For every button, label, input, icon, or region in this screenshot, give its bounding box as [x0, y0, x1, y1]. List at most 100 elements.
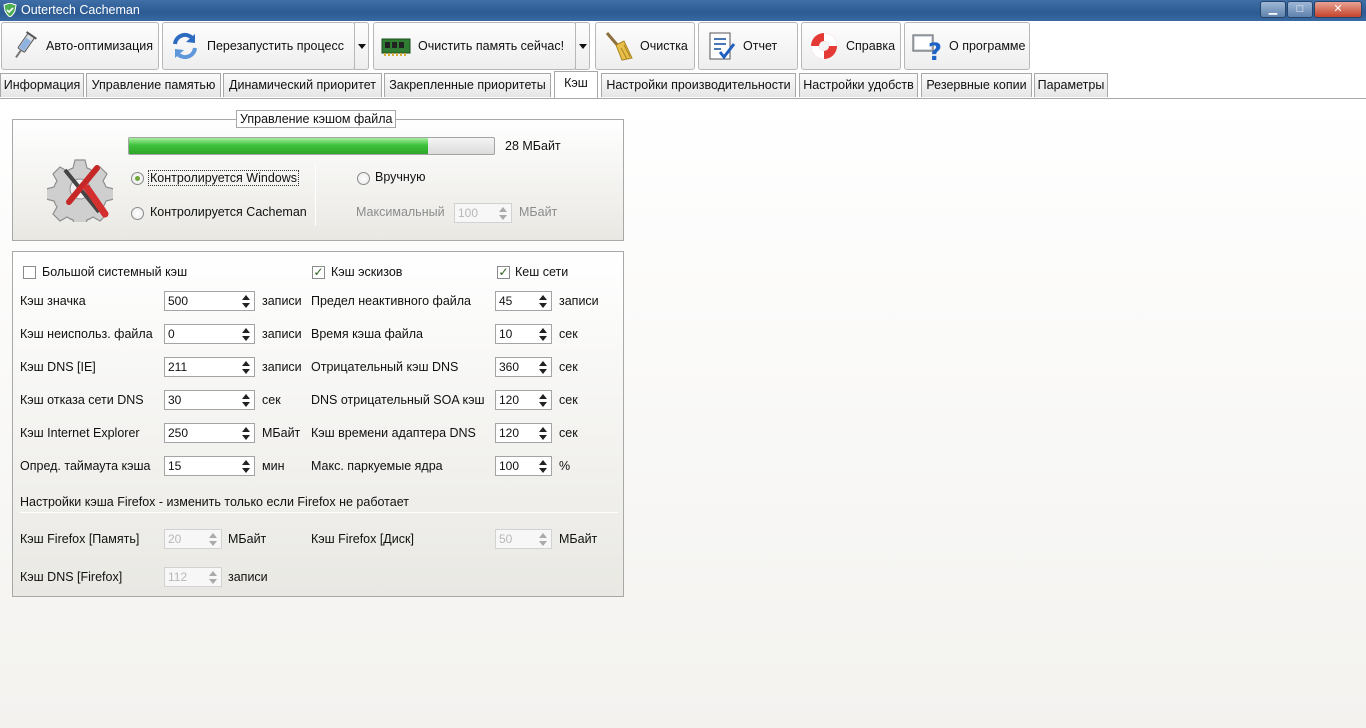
syringe-icon: [15, 31, 37, 59]
file-cache-time-stepper[interactable]: 10: [495, 324, 552, 344]
tab-strip: Информация Управление памятью Динамическ…: [0, 71, 1366, 98]
large-system-cache-checkbox[interactable]: [23, 266, 36, 279]
ie-cache-value: 250: [168, 426, 189, 440]
unused-file-cache-value: 0: [168, 327, 175, 341]
icon-cache-stepper[interactable]: 500: [164, 291, 255, 311]
thumb-cache-label[interactable]: Кэш эскизов: [331, 265, 402, 279]
dns-ie-cache-stepper[interactable]: 211: [164, 357, 255, 377]
radio-cacheman-label[interactable]: Контролируется Cacheman: [150, 205, 307, 219]
app-shield-icon: [3, 3, 17, 17]
broom-icon: [605, 32, 633, 61]
firefox-dns-cache-stepper[interactable]: 112: [164, 567, 222, 587]
stepper-arrows-icon[interactable]: [535, 391, 551, 409]
stepper-arrows-icon[interactable]: [535, 424, 551, 442]
restart-process-dropdown[interactable]: [354, 22, 369, 70]
ie-cache-stepper[interactable]: 250: [164, 423, 255, 443]
dns-soa-cache-stepper[interactable]: 120: [495, 390, 552, 410]
stepper-arrows-icon[interactable]: [238, 391, 254, 409]
tab-cache[interactable]: Кэш: [554, 71, 598, 98]
radio-windows-controlled[interactable]: [131, 172, 144, 185]
restart-process-button[interactable]: Перезапустить процесс: [162, 22, 355, 70]
radio-cacheman-controlled[interactable]: [131, 207, 144, 220]
tab-performance-settings[interactable]: Настройки производительности: [601, 73, 796, 97]
dns-net-failure-cache-label: Кэш отказа сети DNS: [20, 393, 144, 407]
firefox-divider: [20, 512, 618, 513]
large-system-cache-label[interactable]: Большой системный кэш: [42, 265, 187, 279]
toolbar: Авто-оптимизация Перезапустить процесс О…: [0, 21, 1366, 71]
max-size-unit: МБайт: [519, 205, 558, 219]
stepper-arrows-icon[interactable]: [238, 292, 254, 310]
inactive-file-limit-value: 45: [499, 294, 513, 308]
stepper-arrows-icon[interactable]: [205, 530, 221, 548]
net-cache-checkbox[interactable]: ✓: [497, 266, 510, 279]
dns-soa-cache-label: DNS отрицательный SOA кэш: [311, 393, 485, 407]
auto-optimization-button[interactable]: Авто-оптимизация: [1, 22, 159, 70]
tab-parameters[interactable]: Параметры: [1034, 73, 1108, 97]
unused-file-cache-label: Кэш неиспольз. файла: [20, 327, 153, 341]
max-parked-cores-value: 100: [499, 459, 520, 473]
cache-usage-bar: [128, 137, 495, 155]
stepper-arrows-icon[interactable]: [205, 568, 221, 586]
firefox-disk-cache-stepper[interactable]: 50: [495, 529, 552, 549]
firefox-memory-cache-label: Кэш Firefox [Память]: [20, 532, 140, 546]
radio-manual[interactable]: [357, 172, 370, 185]
inactive-file-limit-label: Предел неактивного файла: [311, 294, 472, 308]
firefox-disk-cache-value: 50: [499, 532, 513, 546]
tab-info[interactable]: Информация: [0, 73, 84, 97]
dns-adapter-cache-unit: сек: [559, 426, 578, 440]
dns-net-failure-cache-unit: сек: [262, 393, 281, 407]
cleanup-button[interactable]: Очистка: [595, 22, 695, 70]
thumb-cache-checkbox[interactable]: ✓: [312, 266, 325, 279]
radio-manual-label[interactable]: Вручную: [375, 170, 425, 184]
net-cache-label[interactable]: Кеш сети: [515, 265, 568, 279]
stepper-arrows-icon[interactable]: [535, 530, 551, 548]
dns-ie-cache-value: 211: [168, 360, 188, 374]
max-size-stepper[interactable]: 100: [454, 203, 512, 223]
stepper-arrows-icon[interactable]: [495, 204, 511, 222]
negative-dns-cache-value: 360: [499, 360, 520, 374]
stepper-arrows-icon[interactable]: [535, 457, 551, 475]
auto-optimization-label: Авто-оптимизация: [46, 39, 154, 53]
unused-file-cache-unit: записи: [262, 327, 302, 341]
clear-memory-button[interactable]: Очистить память сейчас!: [373, 22, 576, 70]
about-button[interactable]: ? О программе: [904, 22, 1030, 70]
firefox-memory-cache-stepper[interactable]: 20: [164, 529, 222, 549]
stepper-arrows-icon[interactable]: [238, 424, 254, 442]
tab-memory-management[interactable]: Управление памятью: [86, 73, 221, 97]
tab-convenience-settings[interactable]: Настройки удобств: [799, 73, 918, 97]
title-bar: Outertech Cacheman ▁ □ ✕: [0, 0, 1366, 21]
cache-timeout-unit: мин: [262, 459, 285, 473]
report-button[interactable]: Отчет: [698, 22, 798, 70]
stepper-arrows-icon[interactable]: [535, 358, 551, 376]
dns-adapter-cache-stepper[interactable]: 120: [495, 423, 552, 443]
radio-windows-label[interactable]: Контролируется Windows: [148, 170, 300, 186]
dns-net-failure-cache-stepper[interactable]: 30: [164, 390, 255, 410]
close-button[interactable]: ✕: [1314, 1, 1362, 18]
firefox-dns-cache-value: 112: [168, 570, 188, 584]
dns-ie-cache-label: Кэш DNS [IE]: [20, 360, 96, 374]
max-parked-cores-stepper[interactable]: 100: [495, 456, 552, 476]
unused-file-cache-stepper[interactable]: 0: [164, 324, 255, 344]
stepper-arrows-icon[interactable]: [238, 325, 254, 343]
negative-dns-cache-stepper[interactable]: 360: [495, 357, 552, 377]
minimize-button[interactable]: ▁: [1260, 1, 1286, 18]
stepper-arrows-icon[interactable]: [535, 292, 551, 310]
firefox-memory-cache-unit: МБайт: [228, 532, 267, 546]
max-size-label: Максимальный: [356, 205, 445, 219]
cache-timeout-stepper[interactable]: 15: [164, 456, 255, 476]
clear-memory-label: Очистить память сейчас!: [418, 39, 565, 53]
file-cache-time-value: 10: [499, 327, 513, 341]
help-button[interactable]: Справка: [801, 22, 901, 70]
firefox-disk-cache-label: Кэш Firefox [Диск]: [311, 532, 414, 546]
stepper-arrows-icon[interactable]: [238, 358, 254, 376]
tab-backups[interactable]: Резервные копии: [921, 73, 1032, 97]
stepper-arrows-icon[interactable]: [535, 325, 551, 343]
maximize-button[interactable]: □: [1287, 1, 1313, 18]
svg-text:?: ?: [928, 38, 942, 62]
ie-cache-label: Кэш Internet Explorer: [20, 426, 140, 440]
tab-dynamic-priority[interactable]: Динамический приоритет: [223, 73, 382, 97]
clear-memory-dropdown[interactable]: [575, 22, 590, 70]
tab-fixed-priorities[interactable]: Закрепленные приоритеты: [384, 73, 551, 97]
inactive-file-limit-stepper[interactable]: 45: [495, 291, 552, 311]
stepper-arrows-icon[interactable]: [238, 457, 254, 475]
